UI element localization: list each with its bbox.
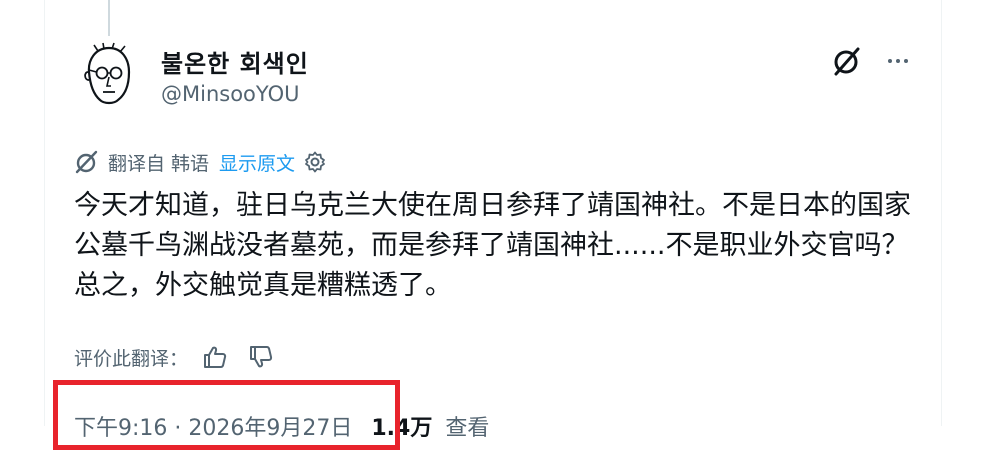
rate-translation-label: 评价此翻译： (74, 347, 189, 370)
thumbs-down-icon[interactable] (248, 344, 274, 370)
show-original-link[interactable]: 显示原文 (219, 149, 295, 176)
thumbs-up-icon[interactable] (202, 344, 228, 370)
translated-from-label: 翻译自 韩语 (108, 152, 210, 175)
user-handle[interactable]: @MinsooYOU (161, 82, 299, 106)
avatar[interactable] (76, 42, 142, 108)
more-dot (888, 59, 892, 63)
more-icon[interactable] (878, 44, 918, 78)
translate-icon (75, 150, 98, 174)
more-dot (904, 59, 908, 63)
gear-icon[interactable] (303, 150, 327, 174)
thread-connector-line (108, 0, 110, 36)
grok-icon[interactable] (830, 44, 864, 78)
views-label: 查看 (445, 416, 490, 441)
highlight-box (53, 380, 400, 450)
more-dot (896, 59, 900, 63)
translation-info-row: 翻译自 韩语 显示原文 (74, 147, 327, 177)
display-name[interactable]: 불온한 회색인 (161, 44, 309, 79)
rate-translation-row: 评价此翻译： (74, 340, 274, 374)
tweet-text: 今天才知道，驻日乌克兰大使在周日参拜了靖国神社。不是日本的国家公墓千鸟渊战没者墓… (74, 190, 911, 301)
